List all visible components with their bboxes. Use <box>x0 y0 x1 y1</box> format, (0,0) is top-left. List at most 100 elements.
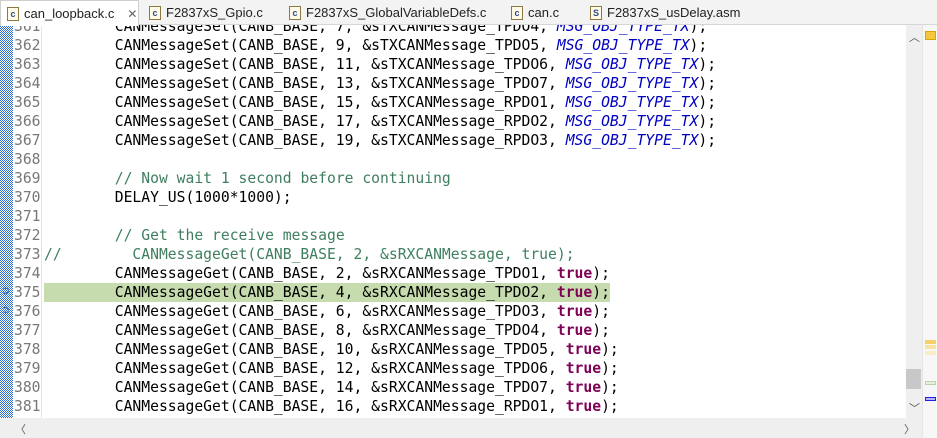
scrollbar-thumb[interactable] <box>906 369 921 389</box>
quick-diff-ruler <box>0 25 13 418</box>
code-line[interactable]: 377 CANMessageGet(CANB_BASE, 8, &sRXCANM… <box>0 321 906 340</box>
warning-marker-icon[interactable] <box>925 31 936 40</box>
code-token: CANMessageSet(CANB_BASE, 9, &sTXCANMessa… <box>44 37 557 54</box>
breakpoint-arrow-icon[interactable]: ➲ <box>1 285 13 296</box>
line-number[interactable]: 381 <box>14 397 42 416</box>
code-token: ); <box>592 284 610 301</box>
code-line[interactable]: 380 CANMessageGet(CANB_BASE, 14, &sRXCAN… <box>0 378 906 397</box>
code-line[interactable]: 362 CANMessageSet(CANB_BASE, 9, &sTXCANM… <box>0 36 906 55</box>
code-token: ); <box>592 322 610 339</box>
line-number[interactable]: 376 <box>14 302 42 321</box>
line-number[interactable]: 367 <box>14 131 42 150</box>
scroll-down-icon[interactable]: ﹀ <box>909 400 920 416</box>
tab-can[interactable]: c can.c <box>505 0 559 25</box>
line-number[interactable]: 368 <box>14 150 42 169</box>
code-token: ); <box>689 37 708 54</box>
breakpoint-arrow-icon[interactable]: ➲ <box>1 304 13 315</box>
line-number[interactable]: 380 <box>14 378 42 397</box>
keyword-token: true <box>556 303 593 320</box>
constant-token: MSG_OBJ_TYPE_TX <box>565 56 699 73</box>
line-number[interactable]: 370 <box>14 188 42 207</box>
line-number[interactable]: 379 <box>14 359 42 378</box>
code-line[interactable]: 378 CANMessageGet(CANB_BASE, 10, &sRXCAN… <box>0 340 906 359</box>
scroll-left-icon[interactable]: 〈 <box>15 421 26 437</box>
tab-global-variable-defs[interactable]: c F2837xS_GlobalVariableDefs.c <box>283 0 486 25</box>
line-source: CANMessageGet(CANB_BASE, 8, &sRXCANMessa… <box>44 321 610 340</box>
code-token: ); <box>698 113 717 130</box>
code-line[interactable]: 363 CANMessageSet(CANB_BASE, 11, &sTXCAN… <box>0 55 906 74</box>
code-token: ); <box>698 56 717 73</box>
code-line[interactable]: 375 CANMessageGet(CANB_BASE, 4, &sRXCANM… <box>0 283 906 302</box>
code-token: CANMessageSet(CANB_BASE, 19, &sTXCANMess… <box>44 132 566 149</box>
comment-token: // Now wait 1 second before continuing <box>114 170 451 187</box>
constant-token: MSG_OBJ_TYPE_TX <box>556 37 690 54</box>
line-source: // CANMessageGet(CANB_BASE, 2, &sRXCANMe… <box>44 245 575 264</box>
line-source: CANMessageGet(CANB_BASE, 6, &sRXCANMessa… <box>44 302 610 321</box>
line-number[interactable]: 369 <box>14 169 42 188</box>
line-number[interactable]: 371 <box>14 207 42 226</box>
code-line[interactable]: 368 <box>0 150 906 169</box>
debug-marker[interactable] <box>925 397 936 401</box>
line-number[interactable]: 365 <box>14 93 42 112</box>
code-line[interactable]: 365 CANMessageSet(CANB_BASE, 15, &sTXCAN… <box>0 93 906 112</box>
code-token: ); <box>601 379 619 396</box>
vertical-scrollbar[interactable]: ︿ ﹀ <box>906 25 922 418</box>
tab-label: F2837xS_usDelay.asm <box>607 5 741 20</box>
occurrence-marker[interactable] <box>925 345 936 349</box>
keyword-token: true <box>556 265 593 282</box>
code-line[interactable]: 370 DELAY_US(1000*1000); <box>0 188 906 207</box>
keyword-token: true <box>565 341 602 358</box>
line-number[interactable]: 374 <box>14 264 42 283</box>
code-line[interactable]: 371 <box>0 207 906 226</box>
code-line[interactable]: 372 // Get the receive message <box>0 226 906 245</box>
line-source: // Get the receive message <box>44 226 345 245</box>
horizontal-scrollbar[interactable]: 〈 〉 <box>0 418 922 438</box>
code-line[interactable]: 364 CANMessageSet(CANB_BASE, 13, &sTXCAN… <box>0 74 906 93</box>
code-line[interactable]: 373// CANMessageGet(CANB_BASE, 2, &sRXCA… <box>0 245 906 264</box>
code-line[interactable]: 374 CANMessageGet(CANB_BASE, 2, &sRXCANM… <box>0 264 906 283</box>
line-source: // Now wait 1 second before continuing <box>44 169 451 188</box>
code-line[interactable]: 366 CANMessageSet(CANB_BASE, 17, &sTXCAN… <box>0 112 906 131</box>
line-source: CANMessageGet(CANB_BASE, 2, &sRXCANMessa… <box>44 264 610 283</box>
code-line[interactable]: 381 CANMessageGet(CANB_BASE, 16, &sRXCAN… <box>0 397 906 416</box>
code-token: CANMessageGet(CANB_BASE, 8, &sRXCANMessa… <box>44 322 557 339</box>
comment-token: // CANMessageGet(CANB_BASE, 2, &sRXCANMe… <box>44 246 575 263</box>
tab-gpio[interactable]: c F2837xS_Gpio.c <box>143 0 263 25</box>
occurrence-marker[interactable] <box>925 340 936 344</box>
line-number[interactable]: 364 <box>14 74 42 93</box>
tab-can-loopback[interactable]: c can_loopback.c ✕ <box>0 0 139 26</box>
line-number[interactable]: 375 <box>14 283 42 302</box>
line-number[interactable]: 366 <box>14 112 42 131</box>
scroll-up-icon[interactable]: ︿ <box>909 29 920 45</box>
code-line[interactable]: 367 CANMessageSet(CANB_BASE, 19, &sTXCAN… <box>0 131 906 150</box>
line-source: CANMessageSet(CANB_BASE, 9, &sTXCANMessa… <box>44 36 707 55</box>
code-line[interactable]: 376 CANMessageGet(CANB_BASE, 6, &sRXCANM… <box>0 302 906 321</box>
scroll-right-icon[interactable]: 〉 <box>904 421 915 437</box>
c-file-icon: c <box>289 5 301 20</box>
line-source: CANMessageGet(CANB_BASE, 14, &sRXCANMess… <box>44 378 619 397</box>
current-line-marker[interactable] <box>925 381 936 385</box>
tab-label: F2837xS_Gpio.c <box>166 5 263 20</box>
code-editor[interactable]: 361 CANMessageSet(CANB_BASE, 7, &sTXCANM… <box>0 17 906 418</box>
overview-ruler[interactable] <box>922 25 937 438</box>
close-tab-icon[interactable]: ✕ <box>127 7 137 21</box>
line-number[interactable]: 372 <box>14 226 42 245</box>
line-source: CANMessageSet(CANB_BASE, 11, &sTXCANMess… <box>44 55 716 74</box>
code-token: ); <box>592 265 610 282</box>
occurrence-marker[interactable] <box>925 351 936 355</box>
constant-token: MSG_OBJ_TYPE_TX <box>565 113 699 130</box>
line-number[interactable]: 362 <box>14 36 42 55</box>
code-line[interactable]: 369 // Now wait 1 second before continui… <box>0 169 906 188</box>
code-line[interactable]: 379 CANMessageGet(CANB_BASE, 12, &sRXCAN… <box>0 359 906 378</box>
line-source: CANMessageGet(CANB_BASE, 10, &sRXCANMess… <box>44 340 619 359</box>
asm-file-icon: S <box>590 5 602 20</box>
line-number[interactable]: 378 <box>14 340 42 359</box>
tab-usdelay[interactable]: S F2837xS_usDelay.asm <box>584 0 740 25</box>
line-number[interactable]: 377 <box>14 321 42 340</box>
line-number[interactable]: 363 <box>14 55 42 74</box>
code-token: CANMessageSet(CANB_BASE, 15, &sTXCANMess… <box>44 94 566 111</box>
code-token: CANMessageGet(CANB_BASE, 4, &sRXCANMessa… <box>44 284 557 301</box>
line-number[interactable]: 373 <box>14 245 42 264</box>
code-token: CANMessageSet(CANB_BASE, 11, &sTXCANMess… <box>44 56 566 73</box>
